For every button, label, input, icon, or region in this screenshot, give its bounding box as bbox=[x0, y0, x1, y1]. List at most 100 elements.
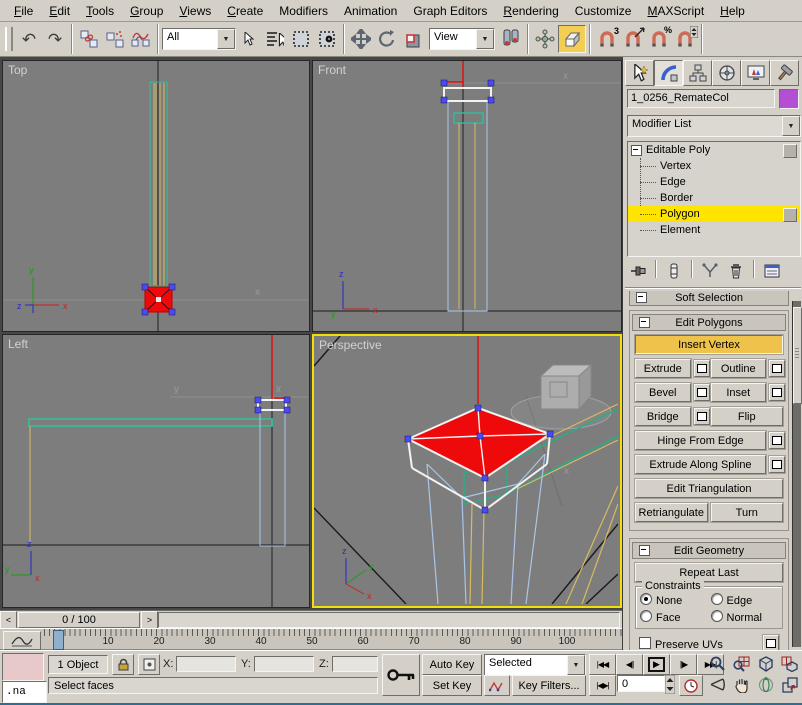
tab-modify-icon[interactable] bbox=[654, 60, 683, 86]
collapse-icon[interactable] bbox=[631, 145, 642, 156]
tab-display-icon[interactable] bbox=[741, 60, 770, 86]
collapse-icon[interactable] bbox=[639, 545, 650, 556]
modifier-list-dropdown[interactable]: Modifier List ▼ bbox=[627, 115, 801, 137]
zoom-extents-all-icon[interactable] bbox=[778, 654, 801, 673]
selection-filter-dropdown[interactable]: All ▼ bbox=[162, 28, 236, 50]
toolbar-grip[interactable] bbox=[5, 27, 13, 51]
stack-row-polygon[interactable]: Polygon bbox=[628, 206, 800, 222]
time-configuration-icon[interactable] bbox=[679, 675, 703, 696]
arc-rotate-icon[interactable] bbox=[754, 675, 777, 694]
rollout-edit-polygons-header[interactable]: Edit Polygons bbox=[632, 314, 786, 331]
menu-group[interactable]: Group bbox=[122, 2, 171, 20]
select-and-manipulate-icon[interactable] bbox=[532, 26, 558, 52]
select-and-scale-icon[interactable] bbox=[400, 26, 426, 52]
select-and-rotate-icon[interactable] bbox=[374, 26, 400, 52]
pin-stack-icon[interactable] bbox=[627, 261, 649, 281]
set-key-button[interactable]: Set Key bbox=[422, 675, 482, 696]
window-crossing-icon[interactable] bbox=[314, 26, 340, 52]
viewport-left-label[interactable]: Left bbox=[8, 337, 28, 351]
selected-polygon-edges[interactable] bbox=[444, 88, 491, 101]
bridge-button[interactable]: Bridge bbox=[635, 407, 691, 426]
mini-curve-editor-icon[interactable] bbox=[3, 631, 41, 650]
viewport-front[interactable]: Front x z x y bbox=[312, 60, 622, 332]
zoom-icon[interactable] bbox=[706, 654, 729, 673]
viewport-left[interactable]: Left y x z y x bbox=[2, 334, 310, 608]
tab-utilities-icon[interactable] bbox=[770, 60, 799, 86]
hinge-from-edge-button[interactable]: Hinge From Edge bbox=[635, 431, 766, 450]
time-slider-prev-button[interactable]: < bbox=[0, 611, 17, 629]
select-object-icon[interactable] bbox=[236, 26, 262, 52]
maximize-viewport-toggle-icon[interactable] bbox=[778, 675, 801, 694]
percent-snap-toggle-icon[interactable]: % bbox=[646, 26, 672, 52]
stack-row-edge[interactable]: Edge bbox=[628, 174, 800, 190]
extrude-along-spline-button[interactable]: Extrude Along Spline bbox=[635, 455, 766, 474]
top-viewport-canvas[interactable]: x y x z bbox=[3, 61, 309, 331]
chevron-down-icon[interactable]: ▼ bbox=[476, 29, 494, 49]
configure-modifier-sets-icon[interactable] bbox=[761, 261, 783, 281]
object-color-swatch[interactable] bbox=[779, 89, 799, 109]
snaps-toggle-3d-icon[interactable]: 3 bbox=[594, 26, 620, 52]
front-viewport-canvas[interactable]: x z x y bbox=[313, 61, 621, 331]
keyboard-shortcut-override-icon[interactable] bbox=[558, 25, 586, 53]
viewport-top[interactable]: Top x y x z bbox=[2, 60, 310, 332]
preserve-uvs-checkbox[interactable]: Preserve UVs bbox=[639, 637, 723, 651]
modifier-enable-icon[interactable] bbox=[783, 144, 797, 158]
bind-to-space-warp-icon[interactable] bbox=[128, 26, 154, 52]
scrollbar-thumb[interactable] bbox=[793, 307, 802, 404]
menu-customize[interactable]: Customize bbox=[567, 2, 640, 20]
outline-button[interactable]: Outline bbox=[711, 359, 767, 378]
chevron-down-icon[interactable]: ▼ bbox=[567, 655, 585, 675]
undo-icon[interactable]: ↶ bbox=[16, 26, 42, 52]
reference-coordinate-system-dropdown[interactable]: View ▼ bbox=[429, 28, 495, 50]
preserve-uvs-settings-icon[interactable] bbox=[763, 635, 779, 650]
show-end-result-icon[interactable] bbox=[663, 261, 685, 281]
menu-rendering[interactable]: Rendering bbox=[495, 2, 566, 20]
menu-create[interactable]: Create bbox=[219, 2, 271, 20]
chevron-down-icon[interactable]: ▼ bbox=[217, 29, 235, 49]
time-slider-next-button[interactable]: > bbox=[141, 611, 158, 629]
rollout-soft-selection-header[interactable]: Soft Selection bbox=[629, 291, 789, 306]
viewport-front-label[interactable]: Front bbox=[318, 63, 346, 77]
rollout-edit-geometry-header[interactable]: Edit Geometry bbox=[632, 542, 786, 559]
stack-row-vertex[interactable]: Vertex bbox=[628, 158, 800, 174]
object-name-field[interactable]: 1_0256_RemateCol bbox=[627, 89, 775, 108]
key-filters-button[interactable]: Key Filters... bbox=[512, 675, 586, 696]
next-frame-button[interactable]: ||▶ bbox=[670, 654, 697, 675]
bevel-settings-icon[interactable] bbox=[694, 384, 710, 401]
default-in-out-tangents-icon[interactable] bbox=[484, 675, 510, 696]
retriangulate-button[interactable]: Retriangulate bbox=[635, 503, 708, 522]
absolute-offset-mode-icon[interactable] bbox=[138, 654, 160, 675]
expand-icon[interactable] bbox=[636, 292, 647, 303]
stack-row-border[interactable]: Border bbox=[628, 190, 800, 206]
extrude-settings-icon[interactable] bbox=[694, 360, 710, 377]
menu-help[interactable]: Help bbox=[712, 2, 753, 20]
constraint-edge-radio[interactable]: Edge bbox=[711, 593, 779, 607]
track-bar-ruler[interactable]: 0 10 20 30 40 50 60 70 80 90 100 bbox=[44, 629, 622, 649]
key-mode-toggle-icon[interactable]: |◀▶| bbox=[589, 675, 616, 696]
make-unique-icon[interactable] bbox=[699, 261, 721, 281]
rollout-scrollbar[interactable] bbox=[792, 301, 801, 647]
tab-hierarchy-icon[interactable] bbox=[683, 60, 712, 86]
select-and-link-icon[interactable] bbox=[76, 26, 102, 52]
y-coordinate-field[interactable] bbox=[254, 656, 314, 672]
key-filter-scope-dropdown[interactable]: Selected ▼ bbox=[484, 654, 586, 676]
extrude-button[interactable]: Extrude bbox=[635, 359, 691, 378]
constraint-normal-radio[interactable]: Normal bbox=[711, 610, 779, 624]
pan-hand-icon[interactable] bbox=[730, 675, 753, 694]
frame-spinner[interactable] bbox=[665, 675, 675, 694]
inset-settings-icon[interactable] bbox=[769, 384, 785, 401]
bridge-settings-icon[interactable] bbox=[694, 408, 710, 425]
time-slider[interactable]: 0 / 100 bbox=[18, 612, 140, 628]
select-by-name-icon[interactable] bbox=[262, 26, 288, 52]
redo-icon[interactable]: ↷ bbox=[42, 26, 68, 52]
extrude-along-spline-settings-icon[interactable] bbox=[769, 456, 785, 473]
remove-modifier-icon[interactable] bbox=[725, 261, 747, 281]
stack-row-element[interactable]: Element bbox=[628, 222, 800, 238]
rectangular-selection-region-icon[interactable] bbox=[288, 26, 314, 52]
select-and-move-icon[interactable] bbox=[348, 26, 374, 52]
menu-graph-editors[interactable]: Graph Editors bbox=[405, 2, 495, 20]
selection-lock-icon[interactable] bbox=[112, 654, 134, 675]
menu-maxscript[interactable]: MAXScript bbox=[639, 2, 712, 20]
stack-row-editable-poly[interactable]: Editable Poly bbox=[628, 142, 800, 158]
z-coordinate-field[interactable] bbox=[332, 656, 378, 672]
